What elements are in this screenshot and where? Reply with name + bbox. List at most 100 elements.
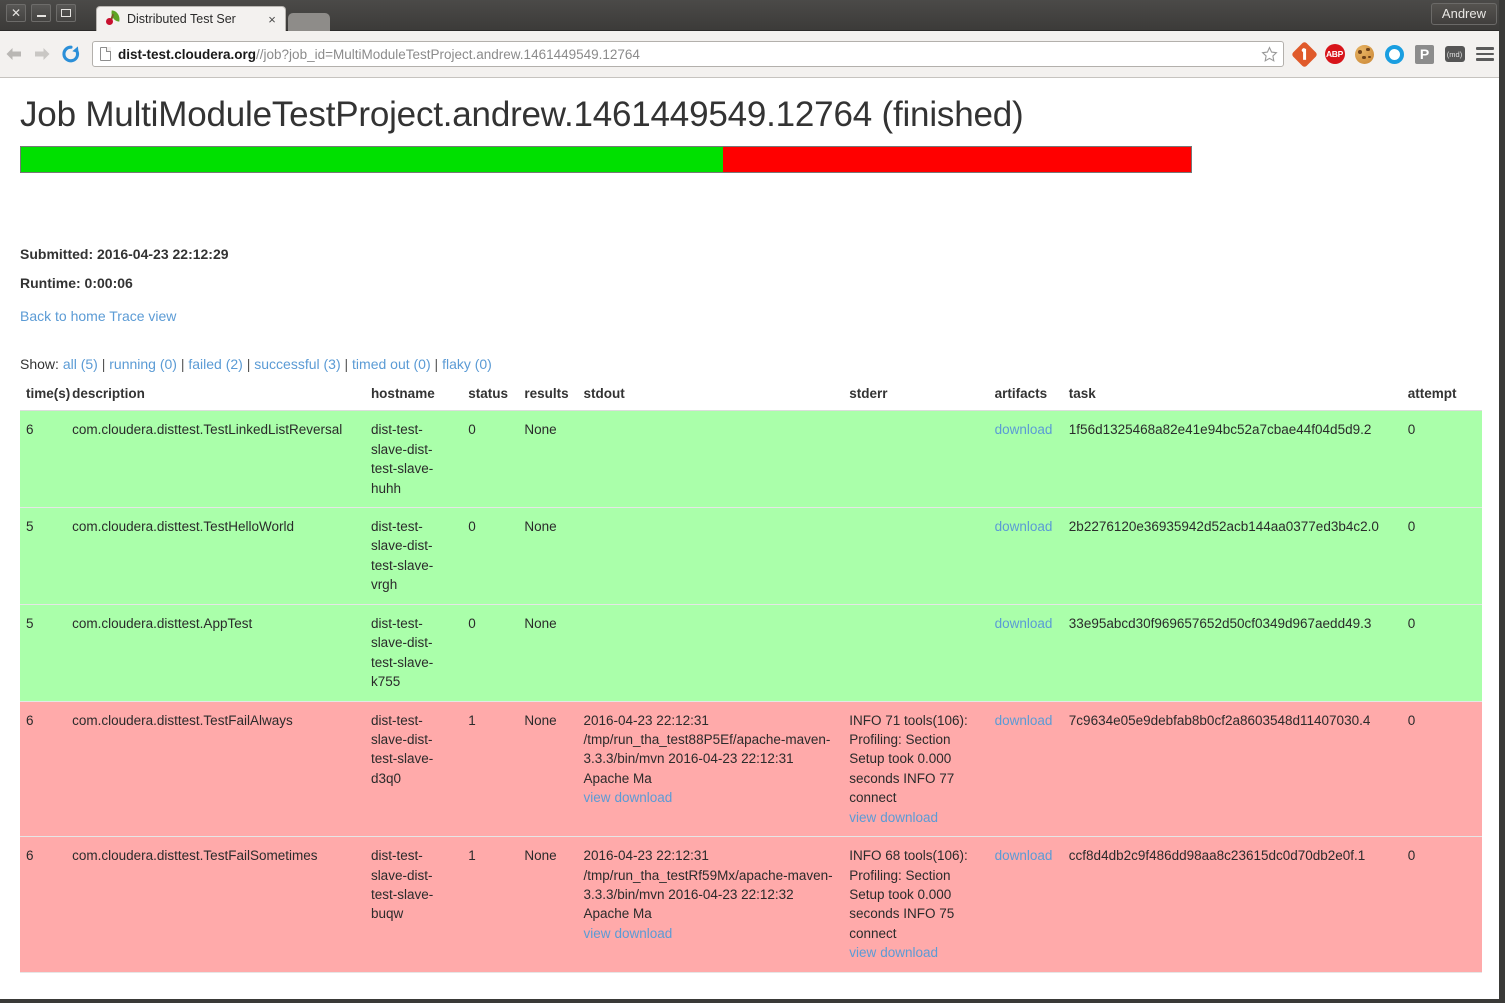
table-row: 6 com.cloudera.disttest.TestFailSometimes…	[20, 836, 1482, 973]
git-extension-icon[interactable]	[1291, 40, 1318, 68]
stdout-view-link[interactable]: view	[584, 790, 611, 805]
cell-artifacts: download	[988, 701, 1063, 838]
cell-description: com.cloudera.disttest.TestFailSometimes	[66, 836, 365, 973]
artifacts-download-link[interactable]: download	[995, 848, 1053, 863]
cell-status: 0	[462, 410, 519, 508]
column-header-status[interactable]: status	[462, 386, 519, 412]
stdout-download-link[interactable]: download	[615, 926, 673, 941]
filter-separator: |	[176, 356, 185, 373]
cell-attempt: 0	[1401, 701, 1482, 838]
reload-icon[interactable]	[56, 44, 86, 64]
filter-separator: |	[242, 356, 251, 373]
cell-results: None	[518, 507, 578, 605]
cell-hostname: dist-test-slave-dist-test-slave-k755	[364, 604, 463, 702]
stdout-download-link[interactable]: download	[615, 790, 673, 805]
table-body: 6 com.cloudera.disttest.TestLinkedListRev…	[20, 410, 1482, 973]
cell-task: 1f56d1325468a82e41e94bc52a7cbae44f04d5d9…	[1062, 410, 1402, 508]
table-header-row: time(s) description hostname status resu…	[20, 386, 1482, 412]
stderr-view-link[interactable]: view	[849, 810, 876, 825]
markdown-extension-icon[interactable]: (md)	[1444, 44, 1465, 65]
cell-description: com.cloudera.disttest.TestLinkedListReve…	[66, 410, 365, 508]
cell-status: 0	[462, 604, 519, 702]
artifacts-download-link[interactable]: download	[995, 519, 1053, 534]
page-viewport: Job MultiModuleTestProject.andrew.146144…	[0, 78, 1499, 999]
table-row: 5 com.cloudera.disttest.TestHelloWorld dis…	[20, 507, 1482, 605]
column-header-results[interactable]: results	[518, 386, 578, 412]
address-bar[interactable]: dist-test.cloudera.org//job?job_id=Multi…	[92, 41, 1284, 67]
cell-stdout	[577, 507, 844, 605]
column-header-artifacts[interactable]: artifacts	[988, 386, 1063, 412]
artifacts-download-link[interactable]: download	[995, 616, 1053, 631]
table-row: 6 com.cloudera.disttest.TestLinkedListRev…	[20, 410, 1482, 508]
cell-artifacts: download	[988, 410, 1063, 508]
cell-description: com.cloudera.disttest.TestHelloWorld	[66, 507, 365, 605]
artifacts-download-link[interactable]: download	[995, 422, 1053, 437]
stderr-download-link[interactable]: download	[880, 810, 938, 825]
filter-link-running[interactable]: running (0)	[109, 356, 177, 372]
cell-results: None	[518, 604, 578, 702]
back-to-home-link[interactable]: Back to home	[20, 308, 106, 324]
bookmark-star-icon[interactable]	[1260, 45, 1279, 64]
cell-attempt: 0	[1401, 507, 1482, 605]
cell-stdout: 2016-04-23 22:12:31 /tmp/run_tha_testRf5…	[577, 836, 844, 973]
show-label: Show:	[20, 356, 59, 373]
new-tab-button[interactable]	[288, 13, 330, 31]
cell-status: 0	[462, 507, 519, 605]
stdout-links: view download	[584, 924, 838, 943]
cell-stdout	[577, 410, 844, 508]
tab-close-icon[interactable]: ×	[265, 13, 279, 26]
cell-hostname: dist-test-slave-dist-test-slave-buqw	[364, 836, 463, 973]
url-host: dist-test.cloudera.org	[118, 46, 257, 62]
column-header-hostname[interactable]: hostname	[364, 386, 463, 412]
forward-arrow-icon[interactable]	[28, 46, 56, 62]
extension-toolbar: ABP P (md)	[1291, 40, 1505, 68]
stderr-download-link[interactable]: download	[880, 945, 938, 960]
trace-view-link[interactable]: Trace view	[109, 308, 176, 324]
column-header-description[interactable]: description	[66, 386, 365, 412]
cell-hostname: dist-test-slave-dist-test-slave-huhh	[364, 410, 463, 508]
job-page: Job MultiModuleTestProject.andrew.146144…	[0, 78, 1499, 973]
ring-extension-icon[interactable]	[1384, 44, 1405, 65]
filter-link-successful[interactable]: successful (3)	[254, 356, 340, 372]
cell-stderr: INFO 68 tools(106): Profiling: Section S…	[843, 836, 989, 973]
column-header-task[interactable]: task	[1062, 386, 1402, 412]
stderr-links: view download	[849, 943, 982, 962]
cell-stdout	[577, 604, 844, 702]
cell-hostname: dist-test-slave-dist-test-slave-d3q0	[364, 701, 463, 838]
page-title: Job MultiModuleTestProject.andrew.146144…	[20, 95, 1024, 134]
cherry-leaf-favicon	[105, 10, 121, 27]
pocket-extension-icon[interactable]: P	[1414, 44, 1435, 65]
adblock-plus-icon[interactable]: ABP	[1324, 44, 1345, 65]
artifacts-download-link[interactable]: download	[995, 713, 1053, 728]
table-row: 5 com.cloudera.disttest.AppTest dist-test-…	[20, 604, 1482, 702]
cell-description: com.cloudera.disttest.TestFailAlways	[66, 701, 365, 838]
column-header-stderr[interactable]: stderr	[843, 386, 989, 412]
tab-distributed-test-server[interactable]: Distributed Test Ser ×	[96, 6, 286, 31]
cell-stderr: INFO 71 tools(106): Profiling: Section S…	[843, 701, 989, 838]
stderr-view-link[interactable]: view	[849, 945, 876, 960]
filter-link-timed[interactable]: timed out (0)	[352, 356, 431, 372]
cell-stderr	[843, 507, 989, 605]
column-header-stdout[interactable]: stdout	[577, 386, 844, 412]
filter-link-failed[interactable]: failed (2)	[188, 356, 242, 372]
column-header-time[interactable]: time(s)	[20, 386, 70, 412]
hamburger-menu-icon[interactable]	[1474, 44, 1495, 65]
back-arrow-icon[interactable]	[0, 46, 28, 62]
test-results-table: time(s) description hostname status resu…	[20, 386, 1482, 973]
job-progress-bar	[20, 146, 1192, 173]
cell-attempt: 0	[1401, 836, 1482, 973]
cell-attempt: 0	[1401, 410, 1482, 508]
tab-title: Distributed Test Ser	[127, 12, 236, 26]
stderr-links: view download	[849, 808, 982, 827]
cell-description: com.cloudera.disttest.AppTest	[66, 604, 365, 702]
filter-link-all[interactable]: all (5)	[63, 356, 98, 372]
cell-time: 5	[20, 604, 67, 702]
runtime: Runtime: 0:00:06	[20, 275, 133, 292]
filter-link-flaky[interactable]: flaky (0)	[442, 356, 492, 372]
stdout-view-link[interactable]: view	[584, 926, 611, 941]
column-header-attempt[interactable]: attempt	[1401, 386, 1482, 412]
filter-separator: |	[430, 356, 439, 373]
cell-artifacts: download	[988, 836, 1063, 973]
cookie-extension-icon[interactable]	[1354, 44, 1375, 65]
window-right-edge	[1499, 0, 1505, 1003]
